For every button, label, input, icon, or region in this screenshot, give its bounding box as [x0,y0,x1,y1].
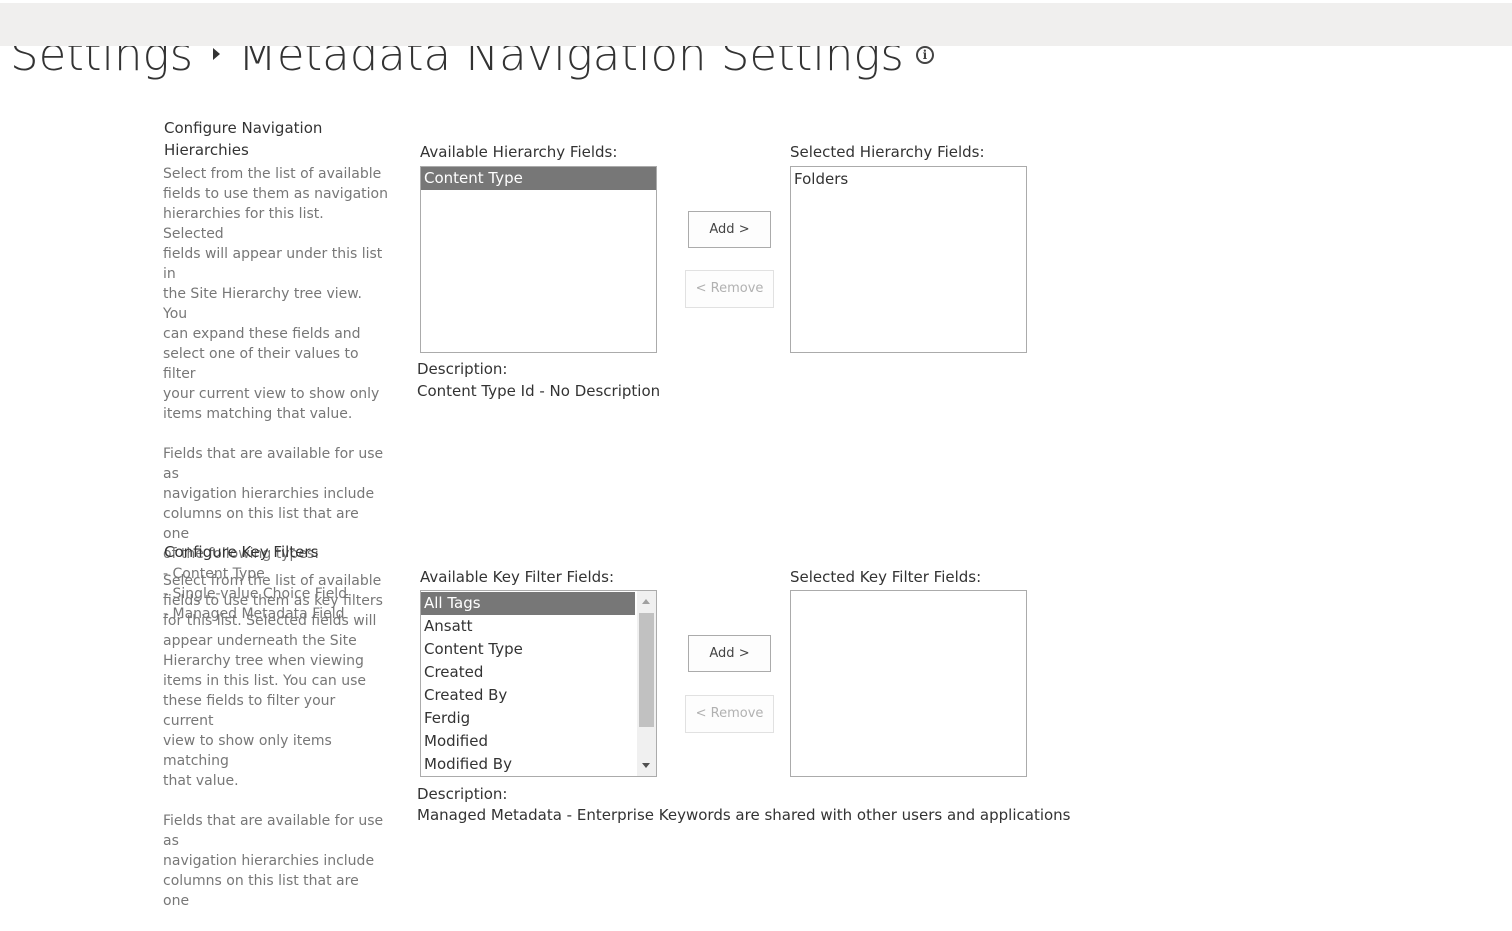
hierarchies-section-title: Configure Navigation Hierarchies [164,119,323,159]
description-line: the Site Hierarchy tree view. You [163,286,362,322]
remove-hierarchy-button[interactable]: < Remove [685,270,774,308]
listbox-option[interactable]: Ferdig [421,707,635,730]
listbox-option[interactable]: Ansatt [421,615,635,638]
description-line: hierarchies for this list. Selected [163,206,324,242]
listbox-option[interactable]: Content Type [421,638,635,661]
listbox-option[interactable]: Content Type [421,167,656,190]
description-line: fields to use them as navigation [163,186,388,202]
hierarchy-description-label: Description: [417,360,508,378]
key-filter-description-label: Description: [417,785,508,803]
add-hierarchy-button[interactable]: Add > [688,211,771,248]
field-types-line: columns on this list that are one [163,506,359,542]
description-line: items in this list. You can use [163,673,367,689]
description-line: can expand these fields and [163,326,361,342]
key-filters-section-description: Select from the list of available fields … [163,571,388,931]
available-hierarchy-fields-label: Available Hierarchy Fields: [420,143,618,161]
listbox-option[interactable]: Modified [421,730,635,753]
add-key-filter-button[interactable]: Add > [688,635,771,672]
selected-key-filter-fields-label: Selected Key Filter Fields: [790,568,982,586]
breadcrumb-separator-icon [213,48,221,60]
field-types-line: navigation hierarchies include [163,853,375,869]
scroll-up-arrow-icon[interactable] [642,599,650,604]
listbox-option[interactable]: All Tags [421,592,635,615]
description-line: fields will appear under this list in [163,246,383,282]
description-line: Hierarchy tree when viewing [163,653,364,669]
description-line: items matching that value. [163,406,353,422]
key-filters-section-title: Configure Key Filters [164,543,319,561]
description-line: for this list. Selected fields will [163,613,377,629]
description-line: appear underneath the Site [163,633,357,649]
remove-key-filter-button[interactable]: < Remove [685,695,774,733]
info-icon[interactable]: i [915,46,934,64]
description-line: your current view to show only [163,386,380,402]
key-filter-description-value: Managed Metadata - Enterprise Keywords a… [417,806,1071,824]
scroll-down-arrow-icon[interactable] [642,763,650,768]
description-line: Select from the list of available [163,573,382,589]
field-types-line: navigation hierarchies include [163,486,375,502]
description-line: Select from the list of available [163,166,382,182]
description-line: these fields to filter your current [163,693,336,729]
selected-hierarchy-fields-listbox[interactable]: Folders [790,166,1027,353]
listbox-option[interactable]: Created [421,661,635,684]
available-key-filter-fields-label: Available Key Filter Fields: [420,568,615,586]
listbox-option[interactable]: Folders [791,168,1026,191]
field-types-line: columns on this list that are one [163,873,359,909]
listbox-option[interactable]: Modified By [421,753,635,776]
hierarchy-description-value: Content Type Id - No Description [417,382,661,400]
listbox-option[interactable]: Created By [421,684,635,707]
description-line: view to show only items matching [163,733,332,769]
scrollbar-thumb[interactable] [639,613,654,727]
available-key-filter-fields-listbox[interactable]: All Tags Ansatt Content Type Created Created… [420,590,657,777]
selected-key-filter-fields-listbox[interactable] [790,590,1027,777]
selected-hierarchy-fields-label: Selected Hierarchy Fields: [790,143,985,161]
description-line: fields to use them as key filters [163,593,383,609]
field-types-line: Fields that are available for use as [163,813,384,849]
listbox-scrollbar[interactable] [637,591,656,776]
description-line: select one of their values to filter [163,346,359,382]
field-types-line: Fields that are available for use as [163,446,384,482]
available-hierarchy-fields-listbox[interactable]: Content Type [420,166,657,353]
description-line: that value. [163,773,239,789]
suite-bar [0,3,1512,46]
